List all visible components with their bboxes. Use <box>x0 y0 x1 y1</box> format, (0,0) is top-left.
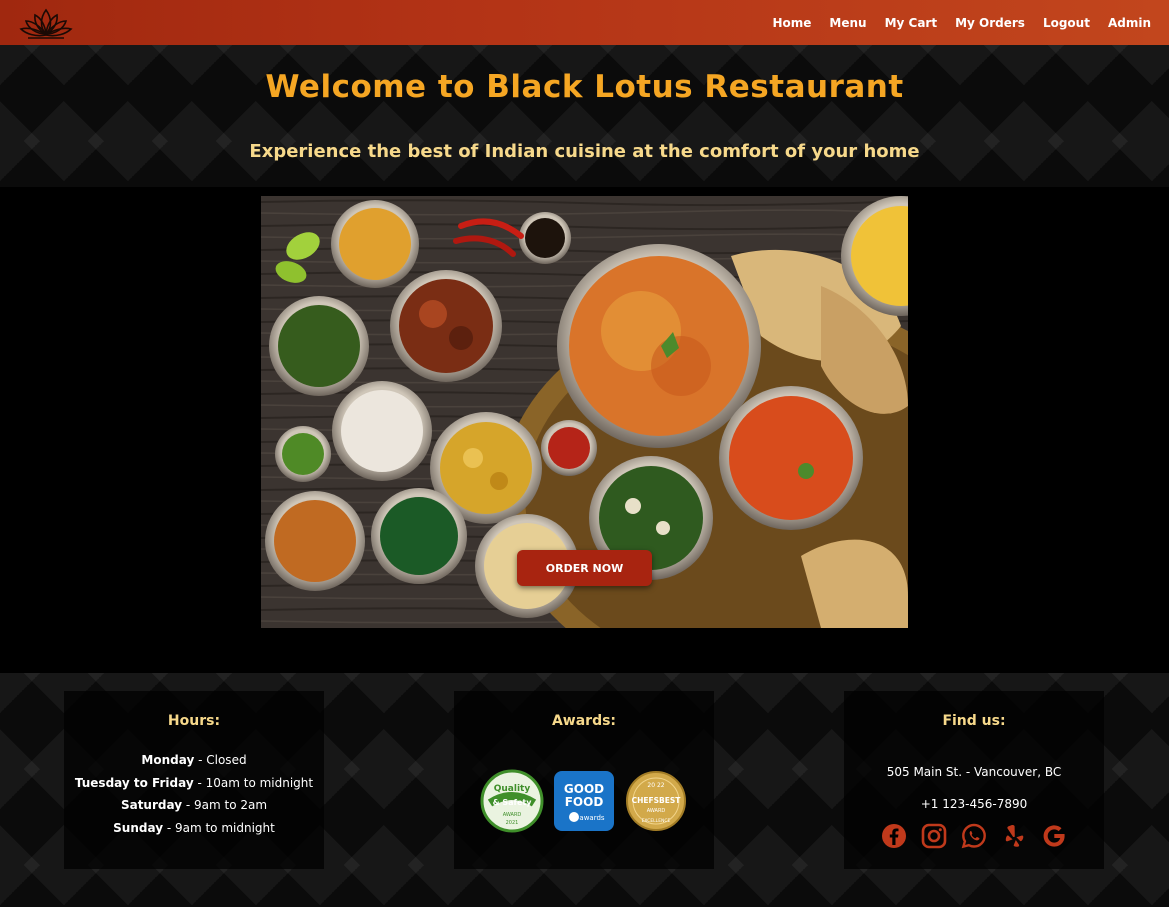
svg-text:AWARD: AWARD <box>647 808 666 814</box>
svg-text:awards: awards <box>579 814 605 822</box>
hours-time: - Closed <box>194 753 247 767</box>
nav-logout[interactable]: Logout <box>1043 16 1090 30</box>
awards-title: Awards: <box>551 713 617 729</box>
svg-text:FOOD: FOOD <box>565 795 604 809</box>
quality-safety-award-icon: Quality & Safety AWARD 2021 <box>480 769 544 833</box>
svg-text:2021: 2021 <box>506 820 519 826</box>
whatsapp-icon[interactable] <box>961 823 987 849</box>
hours-time: - 9am to 2am <box>182 798 268 812</box>
hours-time: - 9am to midnight <box>163 820 275 835</box>
svg-text:EXCELLENCE: EXCELLENCE <box>642 818 671 824</box>
svg-text:20 22: 20 22 <box>647 782 664 789</box>
page-subtitle: Experience the best of Indian cuisine at… <box>249 141 920 162</box>
hours-list: Monday - Closed Tuesday to Friday - 10am… <box>64 749 324 839</box>
awards-card: Awards: Quality & Safety AWARD 2021 GOOD… <box>454 691 714 869</box>
nav-my-orders[interactable]: My Orders <box>955 16 1025 30</box>
hours-day: Sunday <box>113 820 164 835</box>
google-icon[interactable] <box>1041 823 1067 849</box>
yelp-icon[interactable] <box>1001 823 1027 849</box>
hero: Welcome to Black Lotus Restaurant Experi… <box>0 45 1169 187</box>
navbar: Home Menu My Cart My Orders Logout Admin <box>0 0 1169 45</box>
good-food-awards-icon: GOOD FOOD awards <box>554 771 614 831</box>
svg-text:Quality: Quality <box>494 784 531 794</box>
hours-time: - 10am to midnight <box>193 775 314 790</box>
hours-row: Sunday - 9am to midnight <box>64 817 324 840</box>
nav-my-cart[interactable]: My Cart <box>885 16 938 30</box>
hours-day: Monday <box>141 753 195 767</box>
page-title: Welcome to Black Lotus Restaurant <box>265 69 904 105</box>
awards-row: Quality & Safety AWARD 2021 GOOD FOOD aw… <box>454 769 714 833</box>
svg-text:AWARD: AWARD <box>503 812 522 818</box>
lotus-icon[interactable] <box>18 6 74 40</box>
nav-home[interactable]: Home <box>772 16 811 30</box>
chefsbest-award-icon: 20 22 CHEFSBEST AWARD EXCELLENCE <box>626 771 686 831</box>
hours-day: Tuesday to Friday <box>74 775 194 790</box>
hours-title: Hours: <box>167 713 221 729</box>
address: 505 Main St. - Vancouver, BC <box>886 765 1062 779</box>
order-now-button[interactable]: ORDER NOW <box>517 550 652 586</box>
hours-day: Saturday <box>120 798 183 812</box>
hours-card: Hours: Monday - Closed Tuesday to Friday… <box>64 691 324 869</box>
social-links <box>844 823 1104 849</box>
phone: +1 123-456-7890 <box>920 797 1028 811</box>
hours-row: Tuesday to Friday - 10am to midnight <box>64 772 324 795</box>
svg-text:CHEFSBEST: CHEFSBEST <box>632 796 682 805</box>
nav-admin[interactable]: Admin <box>1108 16 1151 30</box>
svg-text:& Safety: & Safety <box>493 798 533 807</box>
food-banner: ORDER NOW <box>261 196 908 628</box>
instagram-icon[interactable] <box>921 823 947 849</box>
nav-links: Home Menu My Cart My Orders Logout Admin <box>754 16 1151 30</box>
hours-row: Monday - Closed <box>64 749 324 772</box>
footer: Hours: Monday - Closed Tuesday to Friday… <box>0 673 1169 907</box>
svg-text:GOOD: GOOD <box>564 782 604 796</box>
find-us-card: Find us: 505 Main St. - Vancouver, BC +1… <box>844 691 1104 869</box>
find-us-title: Find us: <box>942 713 1006 729</box>
hours-row: Saturday - 9am to 2am <box>64 794 324 817</box>
facebook-icon[interactable] <box>881 823 907 849</box>
nav-menu[interactable]: Menu <box>829 16 866 30</box>
